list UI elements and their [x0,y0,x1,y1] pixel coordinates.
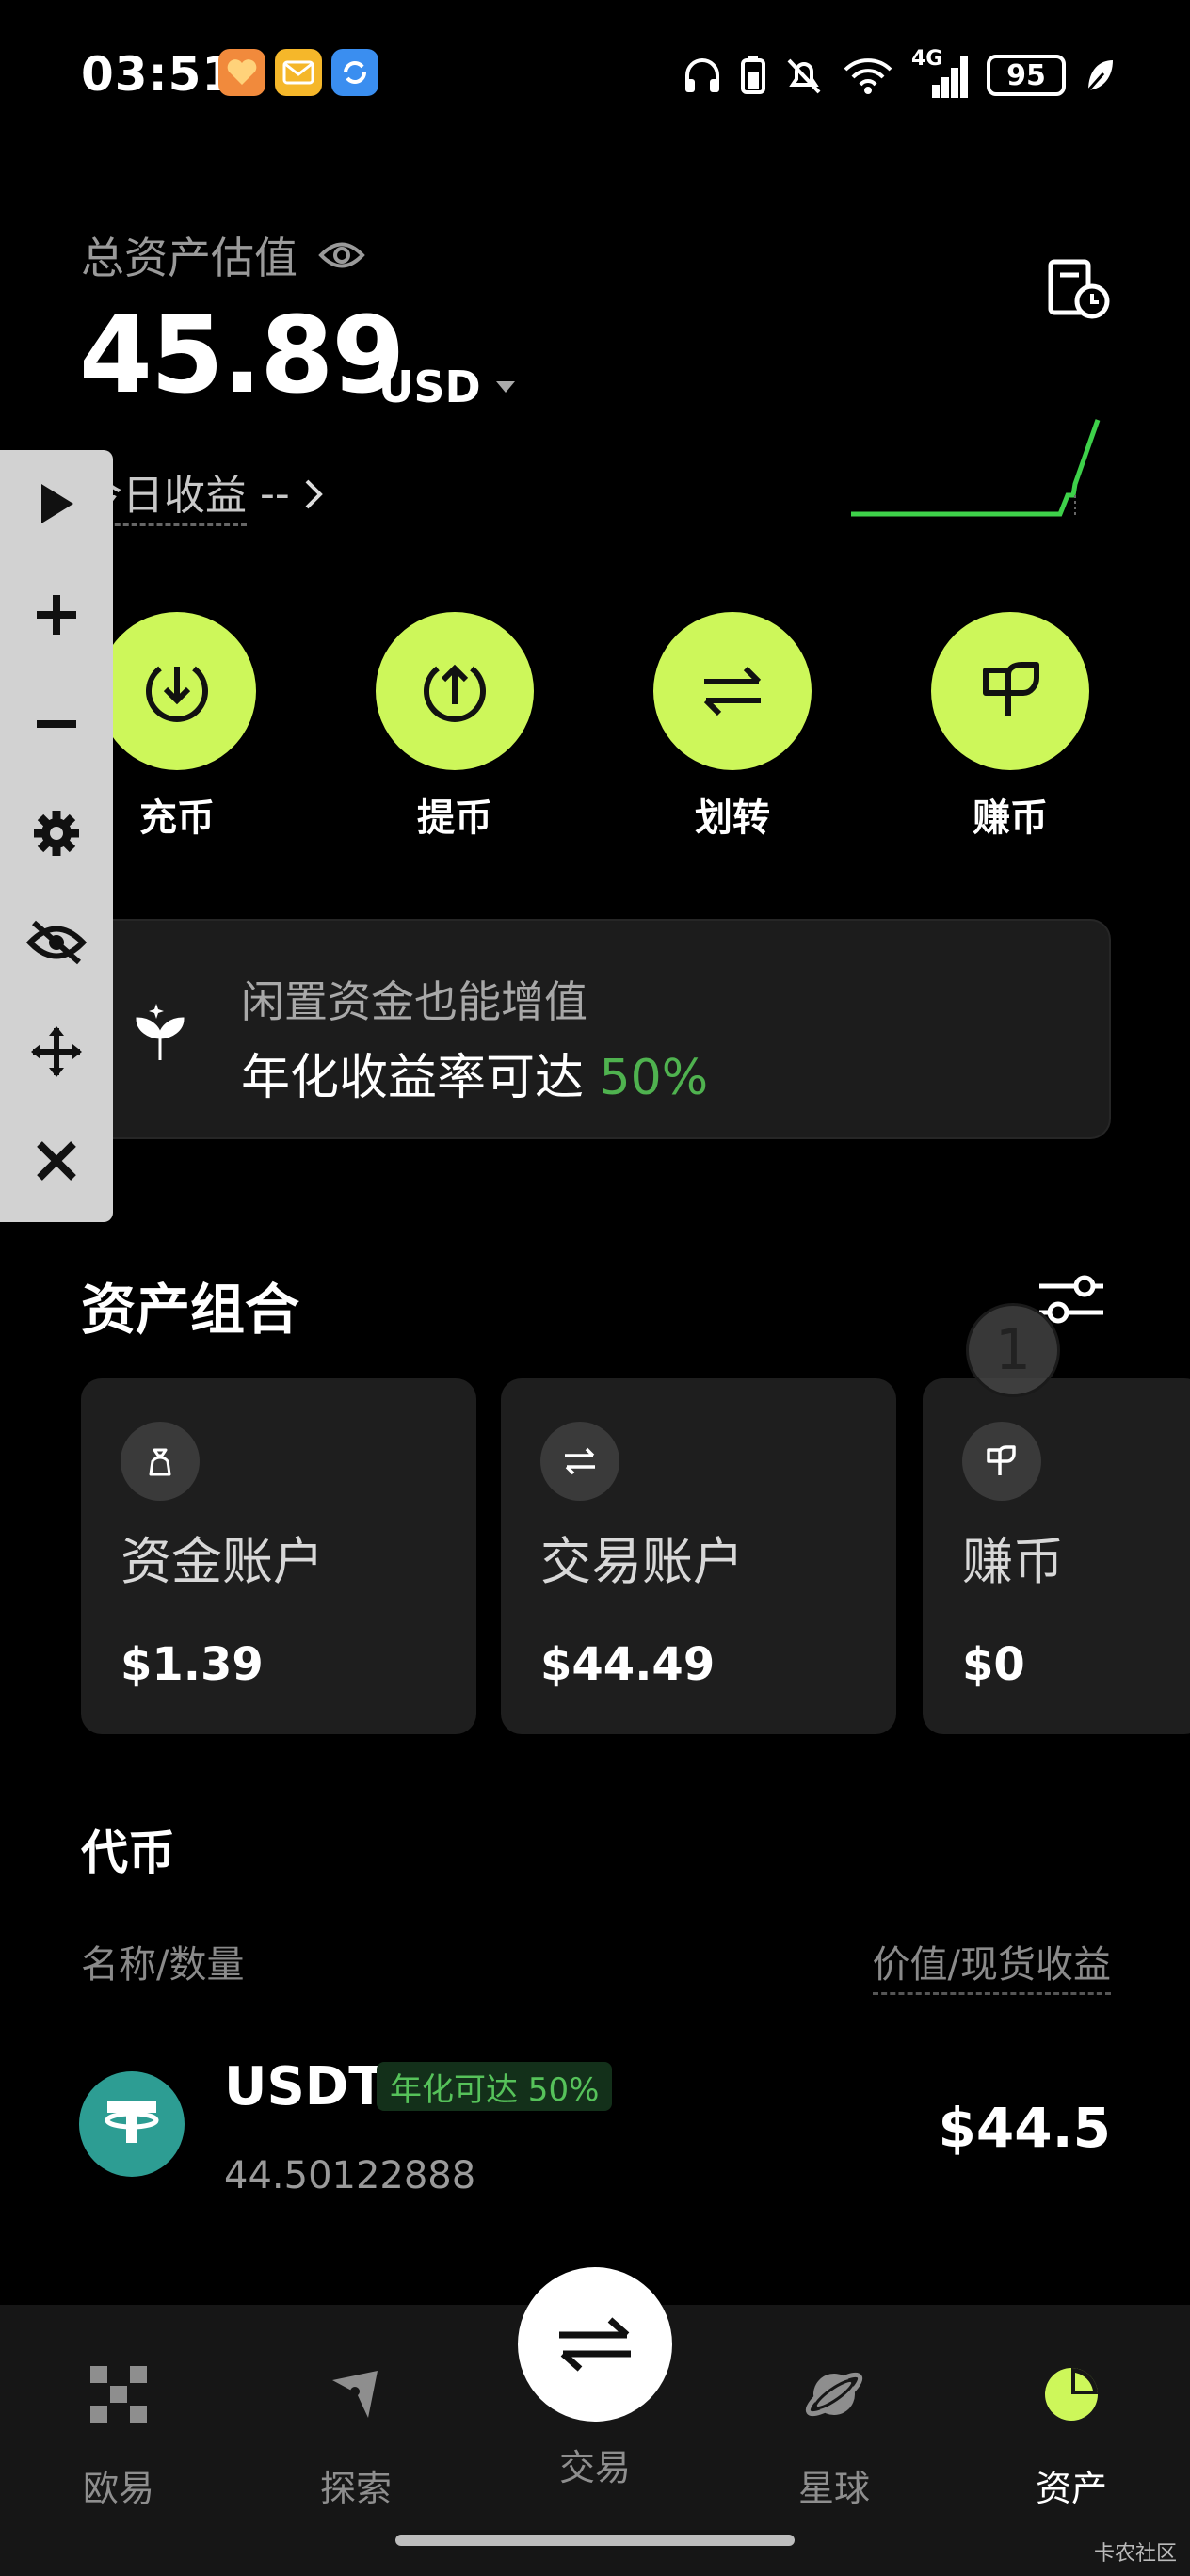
sync-app-icon [331,49,378,96]
headset-battery-icon [741,56,765,94]
wifi-icon [844,58,892,94]
tether-logo-icon [79,2071,185,2177]
total-assets-value: 45.89 [79,295,405,417]
swap-icon [559,2317,631,2372]
token-apy-tag: 年化可达 50% [377,2062,613,2111]
asset-sparkline [851,419,1101,517]
history-report-icon[interactable] [1045,258,1111,320]
promo-title: 闲置资金也能增值 [241,976,587,1027]
tokens-column-name: 名称/数量 [81,1943,245,1987]
settings-button[interactable] [24,800,89,866]
earn-promo-banner[interactable]: 闲置资金也能增值 年化收益率可达 50% [81,919,1111,1139]
token-value: $44.5 [938,2096,1111,2160]
eye-icon[interactable] [318,239,365,271]
nav-explore-label: 探索 [319,2468,392,2509]
transfer-icon [653,612,812,770]
cellular-signal-icon: 4G [911,47,970,98]
move-button[interactable] [24,1019,89,1085]
minus-icon [37,720,76,728]
compass-icon [332,2371,378,2418]
currency-label: USD [378,362,481,412]
plus-icon [37,595,76,635]
leaf-icon [1086,60,1113,91]
trading-account-name: 交易账户 [540,1532,744,1591]
nav-assets[interactable]: 资产 [987,2352,1156,2511]
mail-app-icon [275,49,322,96]
trade-button[interactable] [518,2267,672,2422]
deposit-icon [98,612,256,770]
portfolio-title: 资产组合 [81,1278,300,1342]
eye-off-icon [26,920,87,965]
battery-level: 95 [1006,58,1046,92]
floating-control-toolbar [0,450,113,1222]
pie-chart-icon [1045,2368,1098,2421]
nav-okx[interactable]: 欧易 [34,2352,203,2511]
total-assets-label: 总资产估值 [81,224,365,286]
earn-label: 赚币 [973,797,1048,840]
heart-app-icon [218,49,265,96]
gear-icon [34,811,79,856]
token-symbol: USDT [224,2056,385,2117]
close-icon [37,1141,76,1181]
transfer-button[interactable]: 划转 [638,612,827,842]
nav-explore[interactable]: 探索 [271,2352,441,2511]
withdraw-label: 提币 [417,797,492,840]
today-earnings-value: -- [260,470,290,518]
network-type: 4G [911,47,943,71]
touch-indicator-number: 1 [994,1317,1032,1383]
touch-indicator-badge[interactable]: 1 [966,1303,1060,1397]
tokens-title: 代币 [81,1826,175,1880]
nav-planet[interactable]: 星球 [749,2352,919,2511]
earn-account-value: $0 [962,1638,1025,1691]
earn-account-card[interactable]: 赚币 $0 [923,1378,1190,1734]
okx-logo-icon [90,2366,147,2423]
funding-account-value: $1.39 [121,1638,264,1691]
nav-trade-label: 交易 [558,2447,631,2488]
funding-account-name: 资金账户 [121,1532,324,1591]
home-indicator[interactable] [395,2535,795,2546]
promo-rate: 50% [599,1050,709,1106]
status-time: 03:51 [81,47,236,102]
earn-button[interactable]: 赚币 [916,612,1104,842]
zoom-in-button[interactable] [24,582,89,648]
earn-account-name: 赚币 [962,1532,1064,1591]
headphones-icon [685,58,719,92]
chevron-right-icon [305,479,323,508]
promo-subtitle-text: 年化收益率可达 [241,1050,600,1106]
hide-button[interactable] [24,910,89,975]
play-icon [41,484,73,523]
withdraw-icon [376,612,534,770]
total-assets-label-text: 总资产估值 [81,233,298,283]
bell-muted-icon [787,58,821,94]
battery-icon: 95 [987,55,1066,96]
move-icon [31,1026,82,1077]
play-button[interactable] [24,471,89,537]
currency-selector[interactable]: USD [378,362,517,412]
trading-account-card[interactable]: 交易账户 $44.49 [501,1378,896,1734]
trading-account-value: $44.49 [540,1638,716,1691]
caret-down-icon [495,381,515,393]
status-bar: 03:51 4G 95 [0,0,1190,151]
nav-okx-label: 欧易 [82,2468,154,2509]
status-indicators: 4G 95 [682,47,1117,102]
promo-subtitle: 年化收益率可达 50% [241,1038,708,1108]
close-button[interactable] [24,1128,89,1194]
moneybag-icon [121,1422,200,1501]
nav-planet-label: 星球 [797,2468,870,2509]
nav-assets-label: 资产 [1035,2468,1107,2509]
sprout-icon [136,1004,185,1060]
funding-account-card[interactable]: 资金账户 $1.39 [81,1378,476,1734]
today-earnings[interactable]: 今日收益 -- [81,461,324,526]
tokens-column-value[interactable]: 价值/现货收益 [872,1934,1111,1995]
watermark: 卡农社区 [1093,2542,1177,2566]
exchange-icon [540,1422,619,1501]
earn-icon [962,1422,1041,1501]
withdraw-button[interactable]: 提币 [361,612,549,842]
earn-icon [931,612,1089,770]
transfer-label: 划转 [695,797,770,840]
zoom-out-button[interactable] [24,691,89,757]
token-amount: 44.50122888 [224,2154,476,2198]
planet-icon [805,2372,863,2417]
